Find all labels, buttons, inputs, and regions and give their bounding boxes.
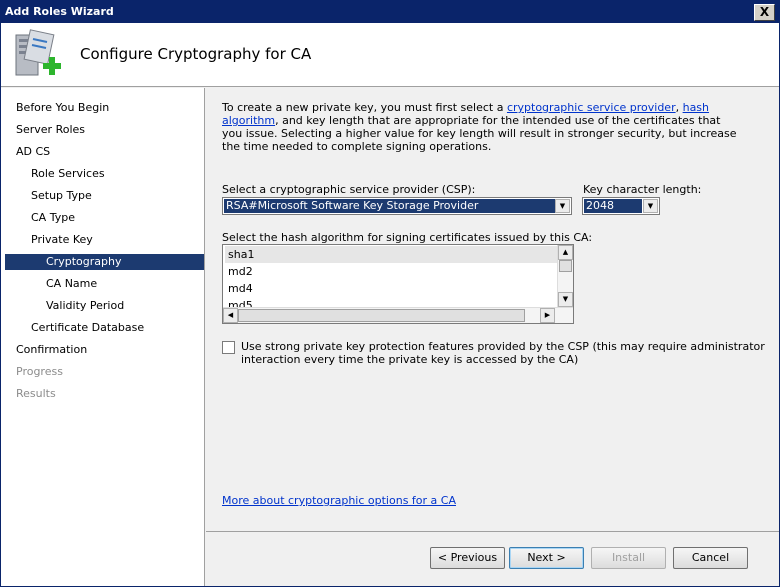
wizard-footer: < Previous Next > Install Cancel <box>206 532 779 586</box>
nav-item-ca-name[interactable]: CA Name <box>5 276 204 292</box>
scroll-up-icon[interactable]: ▲ <box>558 245 573 260</box>
close-button[interactable]: X <box>754 4 775 21</box>
chevron-down-icon[interactable]: ▼ <box>555 199 570 213</box>
nav-item-cryptography[interactable]: Cryptography <box>5 254 204 270</box>
vertical-scrollbar[interactable]: ▲ ▼ <box>557 245 573 307</box>
list-item[interactable]: md2 <box>225 263 557 280</box>
nav-item-confirmation[interactable]: Confirmation <box>5 342 204 358</box>
install-button: Install <box>591 547 666 569</box>
csp-label: Select a cryptographic service provider … <box>222 183 476 196</box>
horizontal-scrollbar[interactable]: ◀ ▶ <box>223 307 573 323</box>
server-roles-add-icon <box>15 29 61 76</box>
nav-item-server-roles[interactable]: Server Roles <box>5 122 204 138</box>
nav-item-before-you-begin[interactable]: Before You Begin <box>5 100 204 116</box>
csp-dropdown[interactable]: RSA#Microsoft Software Key Storage Provi… <box>222 197 572 215</box>
nav-item-certificate-database[interactable]: Certificate Database <box>5 320 204 336</box>
strong-protection-checkbox[interactable] <box>222 341 235 354</box>
nav-item-setup-type[interactable]: Setup Type <box>5 188 204 204</box>
description-part-1: To create a new private key, you must fi… <box>222 101 507 114</box>
key-length-dropdown[interactable]: 2048 ▼ <box>582 197 660 215</box>
more-cryptographic-options-link[interactable]: More about cryptographic options for a C… <box>222 494 456 507</box>
nav-item-role-services[interactable]: Role Services <box>5 166 204 182</box>
list-item[interactable]: sha1 <box>225 246 557 263</box>
close-icon: X <box>759 5 770 19</box>
wizard-navigation: Before You Begin Server Roles AD CS Role… <box>1 88 205 586</box>
vertical-scroll-thumb[interactable] <box>559 260 572 272</box>
chevron-down-icon[interactable]: ▼ <box>643 199 658 213</box>
nav-item-private-key[interactable]: Private Key <box>5 232 204 248</box>
description-part-3: , and key length that are appropriate fo… <box>222 114 737 153</box>
scroll-right-icon[interactable]: ▶ <box>540 308 555 323</box>
key-length-selected-value: 2048 <box>584 199 642 213</box>
nav-item-progress: Progress <box>16 365 63 378</box>
description-part-2: , <box>675 101 683 114</box>
cancel-button[interactable]: Cancel <box>673 547 748 569</box>
csp-selected-value: RSA#Microsoft Software Key Storage Provi… <box>224 199 556 213</box>
horizontal-scroll-thumb[interactable] <box>238 309 525 322</box>
nav-item-ad-cs[interactable]: AD CS <box>5 144 204 160</box>
wizard-header: Configure Cryptography for CA <box>1 23 779 87</box>
next-button[interactable]: Next > <box>509 547 584 569</box>
nav-item-validity-period[interactable]: Validity Period <box>5 298 204 314</box>
description-text: To create a new private key, you must fi… <box>222 101 742 153</box>
scroll-down-icon[interactable]: ▼ <box>558 292 573 307</box>
content-panel: To create a new private key, you must fi… <box>206 88 779 531</box>
title-bar: Add Roles Wizard X <box>1 1 779 23</box>
strong-protection-label[interactable]: Use strong private key protection featur… <box>241 340 771 366</box>
nav-item-results: Results <box>16 387 56 400</box>
window-title: Add Roles Wizard <box>5 5 114 18</box>
hash-algorithm-list[interactable]: sha1 md2 md4 md5 ▲ ▼ ◀ ▶ <box>222 244 574 324</box>
csp-help-link[interactable]: cryptographic service provider <box>507 101 676 114</box>
hash-algorithm-label: Select the hash algorithm for signing ce… <box>222 231 593 244</box>
wizard-window: Add Roles Wizard X Configure Cryptograph… <box>0 0 780 587</box>
key-length-label: Key character length: <box>583 183 702 196</box>
list-item[interactable]: md5 <box>225 297 557 307</box>
nav-item-ca-type[interactable]: CA Type <box>5 210 204 226</box>
scroll-left-icon[interactable]: ◀ <box>223 308 238 323</box>
previous-button[interactable]: < Previous <box>430 547 505 569</box>
page-title: Configure Cryptography for CA <box>80 45 312 63</box>
list-item[interactable]: md4 <box>225 280 557 297</box>
